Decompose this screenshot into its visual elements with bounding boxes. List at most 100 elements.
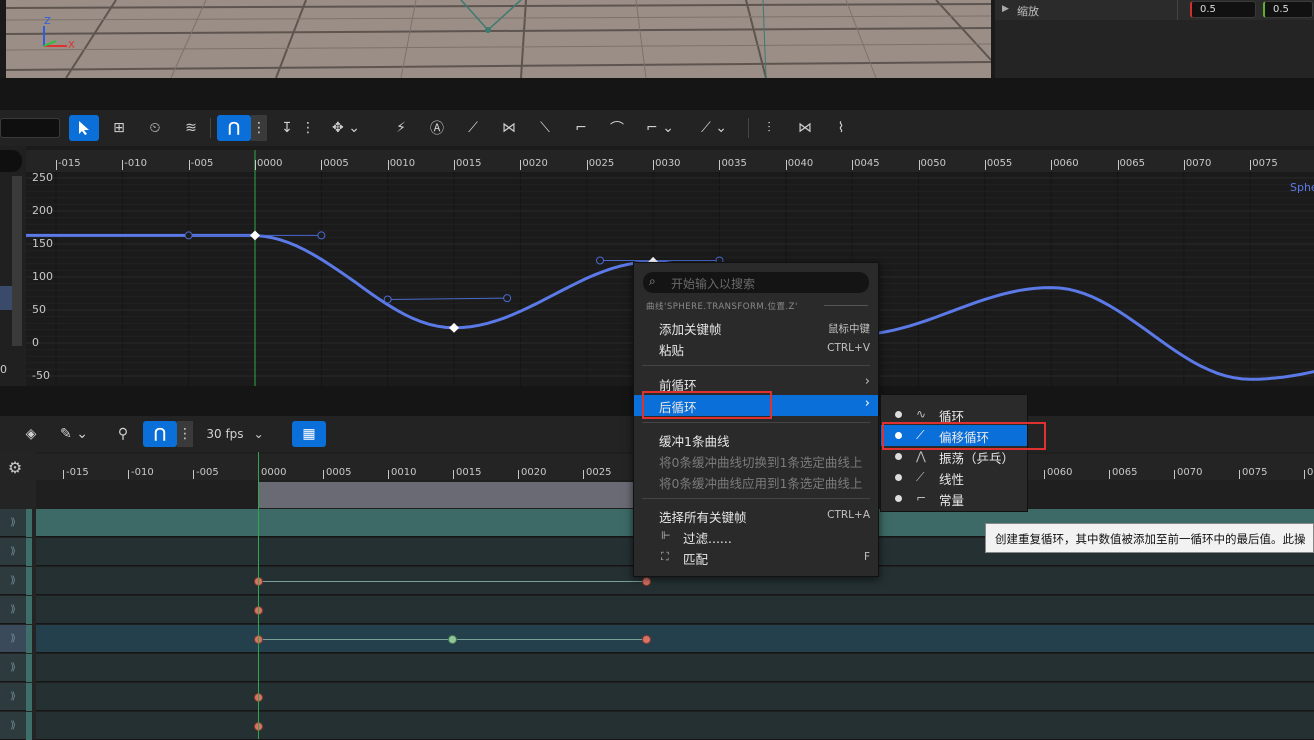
distribute-keys-button[interactable]: ⫶ [756, 115, 782, 141]
curve-tree-search[interactable] [0, 150, 22, 172]
ruler-tick [122, 160, 124, 170]
curve-search-input[interactable] [0, 118, 60, 138]
select-tool-button[interactable] [69, 115, 99, 141]
radio-dot-icon [895, 453, 902, 460]
menu-search-input[interactable]: ⌕ 开始输入以搜索 [643, 272, 869, 293]
track-expand-icon[interactable]: ⟫ [0, 625, 26, 653]
menu-item-frame[interactable]: ⛶ 匹配 F [634, 547, 878, 568]
value-snap-button[interactable]: ↧ [274, 115, 300, 141]
fps-dropdown[interactable]: 30 fps ⌄ [200, 421, 270, 447]
track-expand-icon[interactable]: ⟫ [0, 538, 26, 566]
playback-range-bar[interactable] [258, 482, 634, 508]
menu-item-filter[interactable]: ⊩ 过滤...... [634, 526, 878, 547]
filter-icon: ⋈ [798, 120, 812, 136]
seq-ruler-tick-label: -005 [196, 467, 219, 478]
magnet-icon: ⋂ [154, 426, 166, 442]
ruler-tick-label: 0045 [854, 158, 880, 169]
vertical-dots-icon: ⋮ [301, 120, 315, 136]
curve-tree-strip: 0 [0, 146, 26, 386]
track-expand-icon[interactable]: ⟫ [0, 509, 26, 537]
retime-tool-button[interactable]: ⏲ [142, 115, 168, 141]
ruler-tick-label: -005 [190, 158, 214, 169]
menu-item-select-all-keys[interactable]: 选择所有关键帧 CTRL+A [634, 505, 878, 526]
ruler-tick-label: -015 [57, 158, 81, 169]
user-tangent-button[interactable]: ⟋ [460, 115, 486, 141]
ruler-tick [1117, 160, 1119, 170]
filter-keys-button[interactable]: ⋈ [792, 115, 818, 141]
constant-tangent-button[interactable]: ⌐ [568, 115, 594, 141]
magnet-icon: ⋂ [228, 120, 240, 136]
menu-separator [642, 365, 870, 366]
seq-ruler-tick [1109, 470, 1110, 479]
axis-snap-dropdown[interactable]: ✥ ⌄ [326, 115, 366, 141]
wave-lines-icon: ≋ [185, 120, 197, 136]
track-row[interactable] [36, 596, 1314, 624]
seq-ruler-tick [323, 470, 324, 479]
multi-select-tool-button[interactable]: ≋ [178, 115, 204, 141]
auto-tangent-button[interactable]: Ⓐ [424, 115, 450, 141]
keyframe[interactable] [447, 634, 457, 644]
curve-graph-icon: ▦ [302, 426, 316, 442]
flatten-tangents-button[interactable]: ⚡ [388, 115, 414, 141]
cubic-tangent-button[interactable]: ⌒ [604, 115, 630, 141]
linear-tangent-button[interactable]: ⟍ [532, 115, 558, 141]
ruler-tick-label: 0025 [588, 158, 615, 169]
track-row[interactable] [36, 625, 1314, 653]
keyframe[interactable] [641, 634, 651, 644]
menu-item-swap-buffered[interactable]: 将0条缓冲曲线切换到1条选定曲线上 [634, 450, 878, 471]
submenu-item-constant[interactable]: ⌐ 常量 [881, 488, 1027, 509]
transform-icon: ⊞ [113, 120, 125, 136]
ruler-tick-label: 0000 [257, 158, 283, 169]
scale-property-row: ▶ 缩放 0.5 0.5 [995, 0, 1314, 20]
edit-tool-dropdown[interactable]: ✎ ⌄ [54, 421, 94, 447]
curve-preset-dropdown[interactable]: ⌐ ⌄ [640, 115, 680, 141]
menu-search-placeholder: 开始输入以搜索 [671, 277, 756, 291]
curve-editor-toggle-button[interactable]: ▦ [292, 421, 326, 447]
menu-item-add-key[interactable]: 添加关键帧 鼠标中键 [634, 317, 878, 338]
sequencer-snap-options[interactable]: ⋮ [177, 421, 193, 447]
expand-arrow-icon[interactable]: ▶ [1002, 4, 1009, 14]
track-expand-icon[interactable]: ⟫ [0, 654, 26, 682]
snap-button[interactable]: ⋂ [217, 115, 251, 141]
menu-item-apply-buffered[interactable]: 将0条缓冲曲线应用到1条选定曲线上 [634, 471, 878, 492]
ease-preset-dropdown[interactable]: ⟋ ⌄ [694, 115, 734, 141]
gear-icon[interactable]: ⚙ [4, 456, 26, 478]
seq-ruler-tick-label: 0075 [1242, 467, 1268, 478]
seq-ruler-tick-label: 0000 [261, 467, 287, 478]
track-expand-icon[interactable]: ⟫ [0, 683, 26, 711]
scale-y-input[interactable]: 0.5 [1263, 1, 1313, 18]
curve-tree-scrollbar[interactable] [12, 176, 22, 346]
euler-filter-button[interactable]: ⌇ [828, 115, 854, 141]
track-row[interactable] [36, 683, 1314, 711]
key-connector-line [258, 581, 646, 582]
3d-viewport[interactable]: Z X [6, 0, 991, 78]
curve-key [250, 230, 260, 241]
track-row[interactable] [36, 654, 1314, 682]
ruler-tick [1183, 160, 1185, 170]
constant-icon: ⌐ [575, 120, 587, 136]
seq-ruler-tick-label: 0010 [391, 467, 417, 478]
more-options-button[interactable]: ⋮ [300, 115, 316, 141]
key-tool-button[interactable]: ◈ [18, 421, 44, 447]
menu-item-paste[interactable]: 粘贴 CTRL+V [634, 338, 878, 359]
track-expand-icon[interactable]: ⟫ [0, 567, 26, 595]
track-expand-icon[interactable]: ⟫ [0, 596, 26, 624]
submenu-item-linear[interactable]: ⟋ 线性 [881, 467, 1027, 488]
tangent-handle [596, 256, 605, 265]
keyframe[interactable] [641, 576, 651, 586]
track-color-strip [26, 712, 32, 740]
ruler-tick [785, 160, 787, 170]
seq-ruler-tick-label: -010 [131, 467, 154, 478]
track-row[interactable] [36, 712, 1314, 740]
menu-item-buffer-curve[interactable]: 缓冲1条曲线 [634, 429, 878, 450]
scale-x-input[interactable]: 0.5 [1190, 1, 1256, 18]
track-expand-icon[interactable]: ⟫ [0, 712, 26, 740]
playhead-line[interactable] [258, 452, 259, 739]
sequencer-snap-button[interactable]: ⋂ [143, 421, 177, 447]
seq-ruler-tick-label: 0015 [456, 467, 482, 478]
transform-tool-button[interactable]: ⊞ [106, 115, 132, 141]
marker-button[interactable]: ⚲ [110, 421, 136, 447]
curve-tree-selected-item[interactable] [0, 286, 12, 310]
break-tangent-button[interactable]: ⋈ [496, 115, 522, 141]
snap-options-button[interactable]: ⋮ [251, 115, 267, 141]
